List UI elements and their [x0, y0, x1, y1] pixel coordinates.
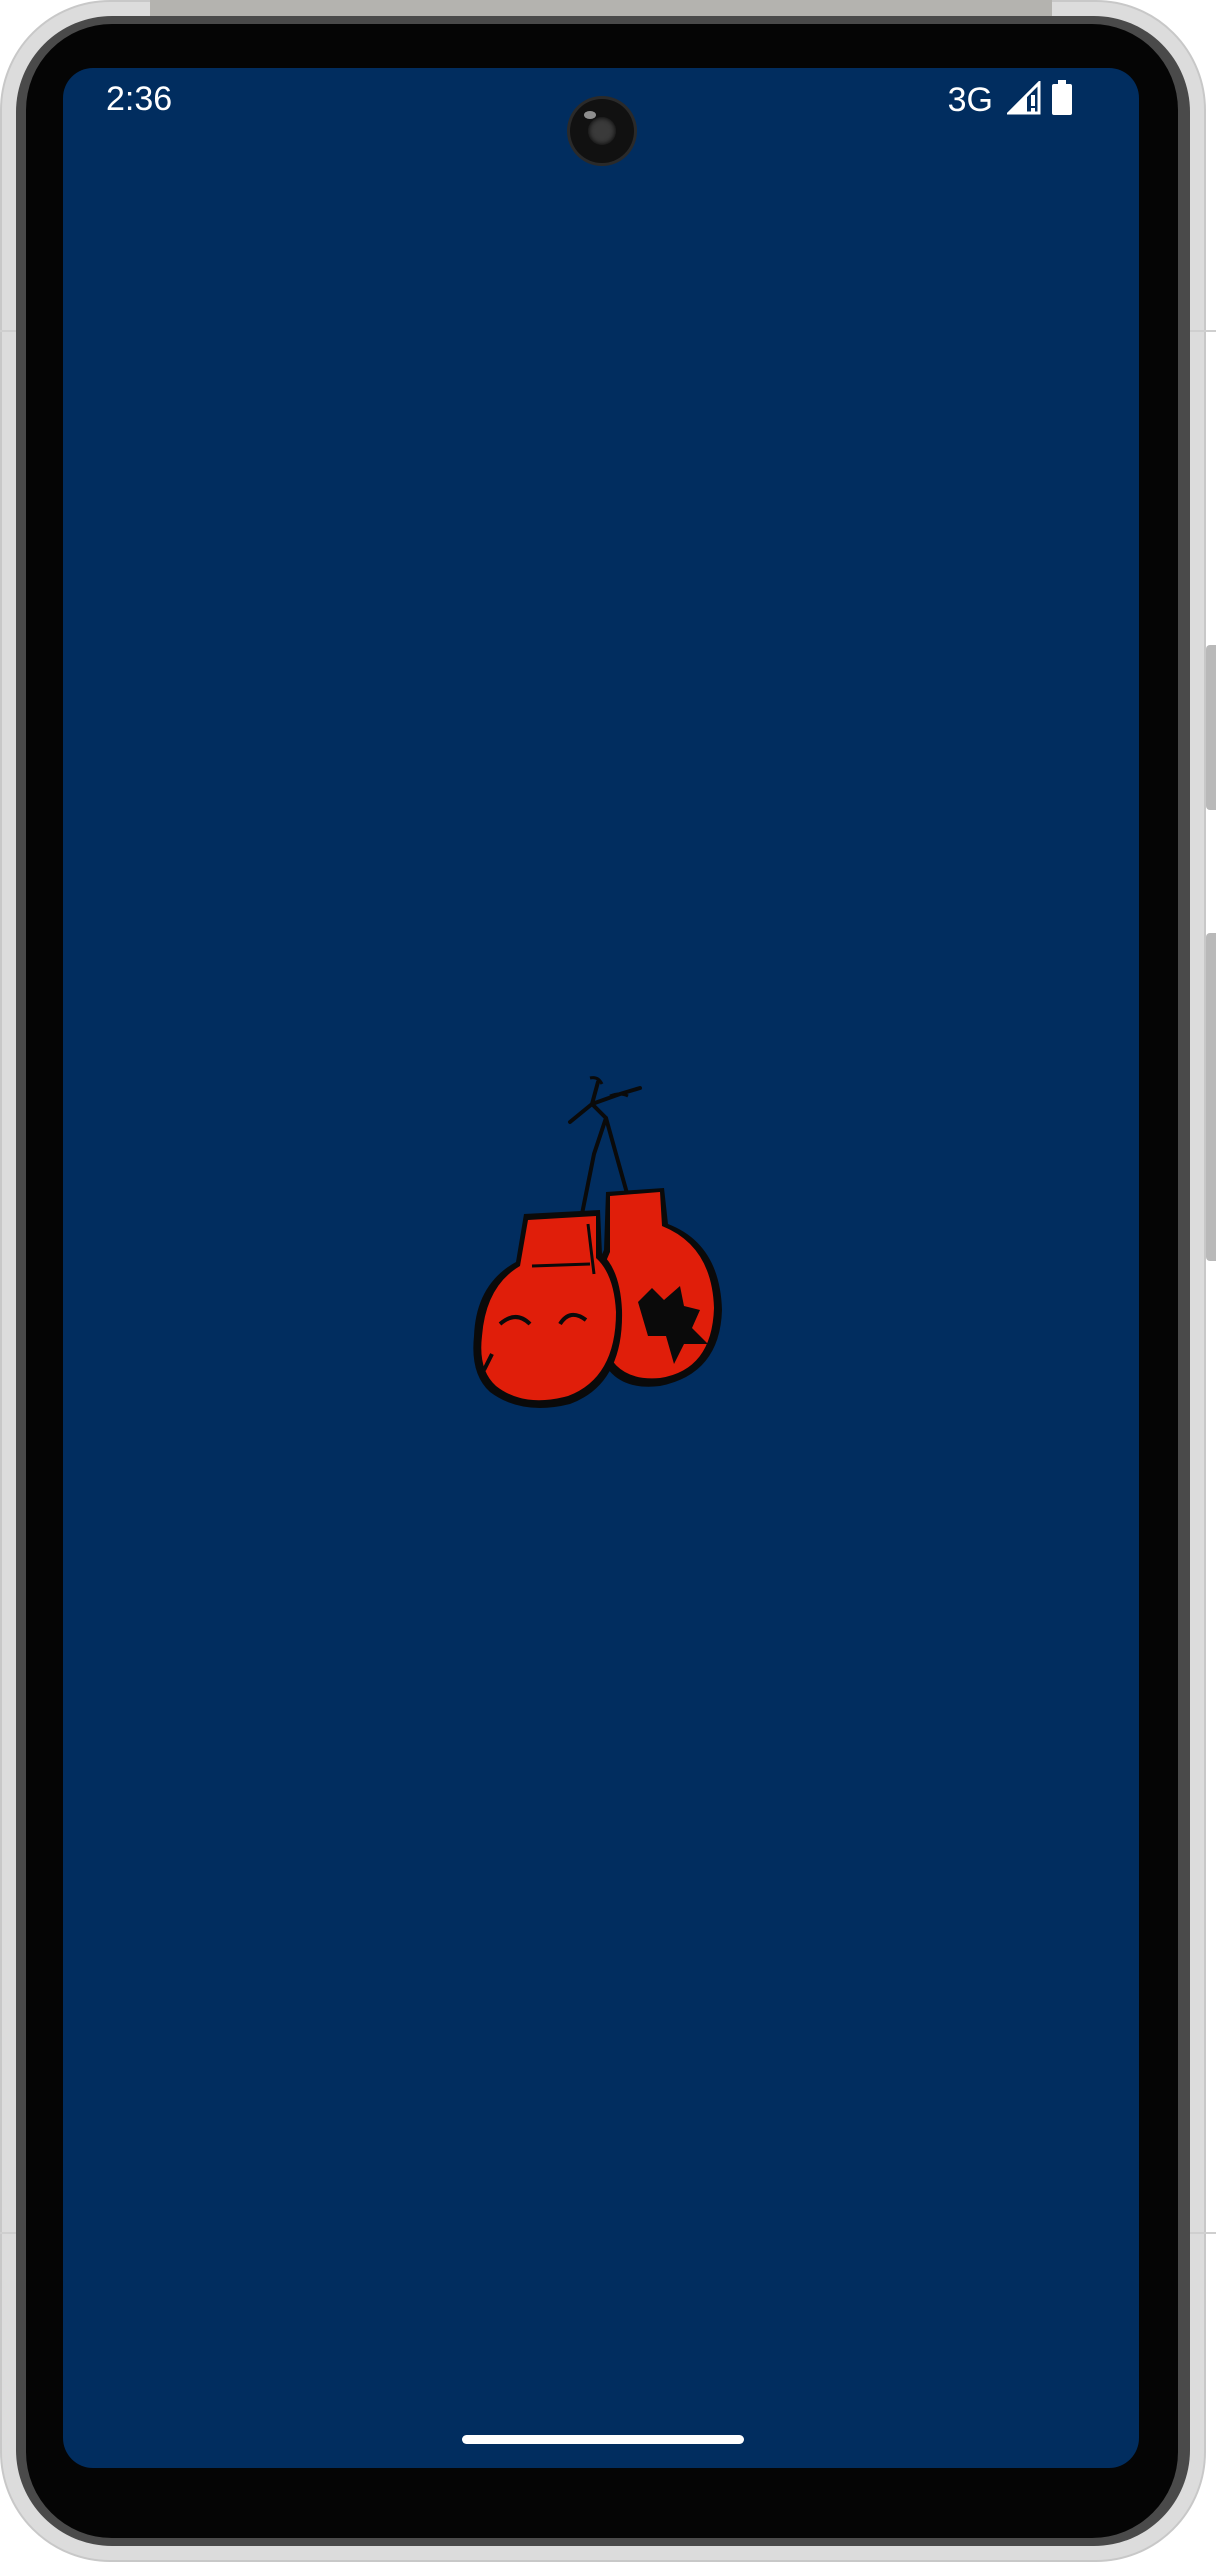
front-camera	[570, 99, 634, 163]
frame-guide-line	[0, 2232, 16, 2234]
power-button	[1206, 645, 1216, 810]
phone-device: 2:36 3G	[0, 0, 1216, 2562]
camera-glint	[584, 111, 596, 119]
splash-screen: 2:36 3G	[63, 68, 1139, 2468]
frame-guide-line	[0, 330, 16, 332]
battery-icon	[1051, 80, 1073, 121]
camera-lens	[588, 117, 616, 145]
network-type: 3G	[947, 81, 993, 119]
status-time: 2:36	[106, 80, 173, 118]
status-icons: 3G	[947, 79, 1073, 121]
boxing-gloves-icon	[470, 1074, 750, 1474]
home-indicator[interactable]	[462, 2435, 744, 2444]
signal-icon	[1005, 79, 1041, 120]
frame-guide-line	[1190, 330, 1216, 332]
volume-button	[1206, 933, 1216, 1261]
frame-guide-line	[1190, 2232, 1216, 2234]
